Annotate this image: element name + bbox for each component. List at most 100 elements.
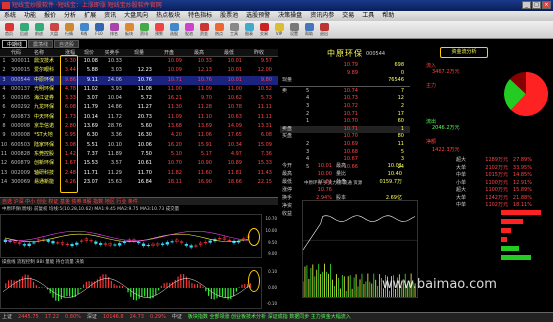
column-header[interactable]: 最高 bbox=[184, 49, 214, 56]
table-row[interactable]: 14 300069 易通新能 4.26 23.07 15.63 16.84 18.11 16.9… bbox=[0, 178, 278, 187]
toolbar-button[interactable]: 大盘 bbox=[47, 22, 61, 38]
toolbar-button[interactable]: VIP bbox=[272, 22, 286, 38]
status-item: 中证 bbox=[171, 314, 182, 320]
stat-label: 最高 bbox=[336, 163, 347, 169]
table-row[interactable]: 11 000828 东莞控股 1.42 7.37 11.89 7.50 5.10 5.17 4.9… bbox=[0, 150, 278, 159]
menu-item[interactable]: 股票池 bbox=[220, 11, 238, 21]
column-header[interactable]: 涨幅 bbox=[62, 49, 78, 56]
table-row[interactable]: 3 000544 中原环保 9.86 9.11 24.06 10.76 10.71 10.76 1… bbox=[0, 75, 278, 85]
toolbar-button[interactable]: 设置 bbox=[287, 22, 301, 38]
toolbar-button[interactable]: 资金 bbox=[197, 22, 211, 38]
menu-item[interactable]: 交易 bbox=[342, 11, 354, 21]
menu-item[interactable]: 报价 bbox=[44, 11, 56, 21]
order-book-price: 10.68 bbox=[343, 148, 358, 155]
table-row[interactable]: 8 000008 京华信诺 2.80 13.69 28.76 5.60 13.68 13.69 1… bbox=[0, 122, 278, 131]
menu-item[interactable]: 选股预警 bbox=[246, 11, 270, 21]
column-header[interactable]: 现量 bbox=[124, 49, 154, 56]
menu-item[interactable]: 扩展 bbox=[84, 11, 96, 21]
table-cell: 10.34 bbox=[227, 141, 242, 148]
tab-oscillation[interactable]: 震荡线 bbox=[28, 40, 54, 48]
toolbar-button[interactable]: 股池 bbox=[182, 22, 196, 38]
minimize-button[interactable]: _ bbox=[522, 1, 531, 9]
kline-chart[interactable] bbox=[0, 214, 262, 258]
toolbar-button[interactable]: 帮助 bbox=[302, 22, 316, 38]
toolbar-button[interactable]: 排名 bbox=[107, 22, 121, 38]
table-row[interactable]: 9 000008 *ST大地 5.95 6.30 3.36 16.30 4.20 11.06 17… bbox=[0, 131, 278, 140]
menu-item[interactable]: 特色指标 bbox=[188, 11, 212, 21]
kline-icon bbox=[79, 23, 89, 31]
indicator-chart[interactable] bbox=[0, 267, 262, 309]
fund-flow-text: 3467.2万元 bbox=[432, 69, 460, 75]
table-row[interactable]: 4 000137 光明环保 4.78 11.02 3.93 11.08 11.00 11.09 1… bbox=[0, 85, 278, 94]
column-header[interactable]: 代码 bbox=[10, 49, 34, 56]
column-header[interactable]: 昨收 bbox=[244, 49, 274, 56]
menu-item[interactable]: 大盘风向 bbox=[124, 11, 148, 21]
column-header[interactable] bbox=[0, 49, 10, 56]
toolbar-button[interactable]: 工具 bbox=[227, 22, 241, 38]
sort-icon bbox=[109, 23, 119, 31]
table-cell: 18.11 bbox=[167, 178, 182, 185]
category-strip[interactable]: 自选 沪深 中小 创业 权证 基金 债券 B股 指数 地区 行业 条件 bbox=[0, 197, 278, 205]
column-header[interactable]: 开盘 bbox=[154, 49, 184, 56]
toolbar-button-label: 行情 bbox=[65, 31, 73, 36]
toolbar-button[interactable]: 后退 bbox=[17, 22, 31, 38]
fund-flow-label[interactable]: 资金流分析 bbox=[440, 47, 488, 58]
table-row[interactable]: 7 600873 中天环保 1.73 10.14 11.72 20.73 11.09 11.10… bbox=[0, 113, 278, 122]
fund-flow-percent: 27.89% bbox=[512, 157, 532, 163]
table-row[interactable]: 5 000165 海江证券 3.33 3.07 10.04 5.72 16.21 9.70 10.… bbox=[0, 94, 278, 103]
toolbar-button[interactable]: 板块 bbox=[122, 22, 136, 38]
fund-flow-label: 中单 bbox=[456, 202, 467, 208]
status-item: 10146.8 bbox=[102, 314, 124, 320]
toolbar-button[interactable]: 前进 bbox=[32, 22, 46, 38]
menu-item[interactable]: 功能 bbox=[24, 11, 36, 21]
menu-item[interactable]: 帮助 bbox=[382, 11, 394, 21]
column-header[interactable]: 买卖手 bbox=[100, 49, 124, 56]
column-header[interactable]: 名称 bbox=[34, 49, 62, 56]
table-row[interactable]: 10 600503 陆家环保 3.08 5.51 10.10 10.06 16.20 15.91… bbox=[0, 141, 278, 150]
table-cell: 6.30 bbox=[86, 132, 98, 139]
toolbar-button[interactable]: 退出 bbox=[317, 22, 331, 38]
toolbar-button[interactable]: 热点 bbox=[212, 22, 226, 38]
maximize-button[interactable]: □ bbox=[532, 1, 541, 9]
indicator-line bbox=[2, 278, 251, 298]
order-book-label: 卖 bbox=[282, 87, 288, 94]
menu-item[interactable]: 决策操盘 bbox=[278, 11, 302, 21]
tab-mid-term[interactable]: 中期线 bbox=[2, 40, 28, 48]
table-cell: 2.80 bbox=[64, 123, 76, 130]
column-header[interactable]: 最低 bbox=[214, 49, 244, 56]
table-cell: 东莞控股 bbox=[34, 150, 55, 157]
order-book-row: 买盘 10.70 80 bbox=[280, 133, 410, 141]
toolbar-button[interactable]: K线 bbox=[77, 22, 91, 38]
toolbar-button[interactable]: 资讯 bbox=[137, 22, 151, 38]
menu-item[interactable]: 分析 bbox=[64, 11, 76, 21]
menu-item[interactable]: 工具 bbox=[362, 11, 374, 21]
toolbar-button[interactable]: 选股 bbox=[167, 22, 181, 38]
tool-icon bbox=[229, 23, 239, 31]
fund-flow-text: 1422.3万元 bbox=[432, 147, 460, 153]
table-cell bbox=[124, 57, 154, 66]
menu-item[interactable]: 系统 bbox=[4, 11, 16, 21]
set-icon bbox=[289, 23, 299, 31]
table-row[interactable]: 1 300011 鼎汉技术 5.30 10.08 10.33 10.09 10.33 10.01… bbox=[0, 57, 278, 66]
table-cell: 3.36 bbox=[110, 132, 122, 139]
toolbar-button[interactable]: 交易 bbox=[257, 22, 271, 38]
menu-item[interactable]: 热点板块 bbox=[156, 11, 180, 21]
table-row[interactable]: 13 002009 轴研科技 2.48 11.71 11.29 11.70 11.82 11.6… bbox=[0, 169, 278, 178]
toolbar-button[interactable]: 预警 bbox=[152, 22, 166, 38]
table-cell: 20.73 bbox=[137, 113, 152, 120]
table-row[interactable]: 12 600879 创新环保 1.67 15.53 3.57 10.61 10.70 10.90… bbox=[0, 159, 278, 168]
menu-item[interactable]: 资讯内参 bbox=[310, 11, 334, 21]
menu-bar: 系统 功能 报价 分析 扩展 资讯 大盘风向 热点板块 特色指标 股票池 选股预警 决策操盘 资讯内参交… bbox=[0, 11, 553, 21]
toolbar-button[interactable]: 图表 bbox=[242, 22, 256, 38]
toolbar-button[interactable]: 行情 bbox=[62, 22, 76, 38]
table-row[interactable]: 6 600292 九龙环保 6.08 11.79 14.86 11.27 11.30 11.28… bbox=[0, 103, 278, 112]
menu-item[interactable]: 资讯 bbox=[104, 11, 116, 21]
table-cell: 11.06 bbox=[197, 132, 212, 139]
column-header[interactable]: 现价 bbox=[78, 49, 100, 56]
table-row[interactable]: 2 300015 爱尔眼科 3.44 5.88 3.03 12.23 10.09 12.13 10… bbox=[0, 66, 278, 75]
toolbar-button[interactable]: 首页 bbox=[2, 22, 16, 38]
order-book-volume: 76546 bbox=[388, 77, 404, 84]
toolbar-button[interactable]: F10 bbox=[92, 22, 106, 38]
close-button[interactable]: × bbox=[542, 1, 551, 9]
tab-watchlist[interactable]: 自选股 bbox=[54, 40, 80, 48]
